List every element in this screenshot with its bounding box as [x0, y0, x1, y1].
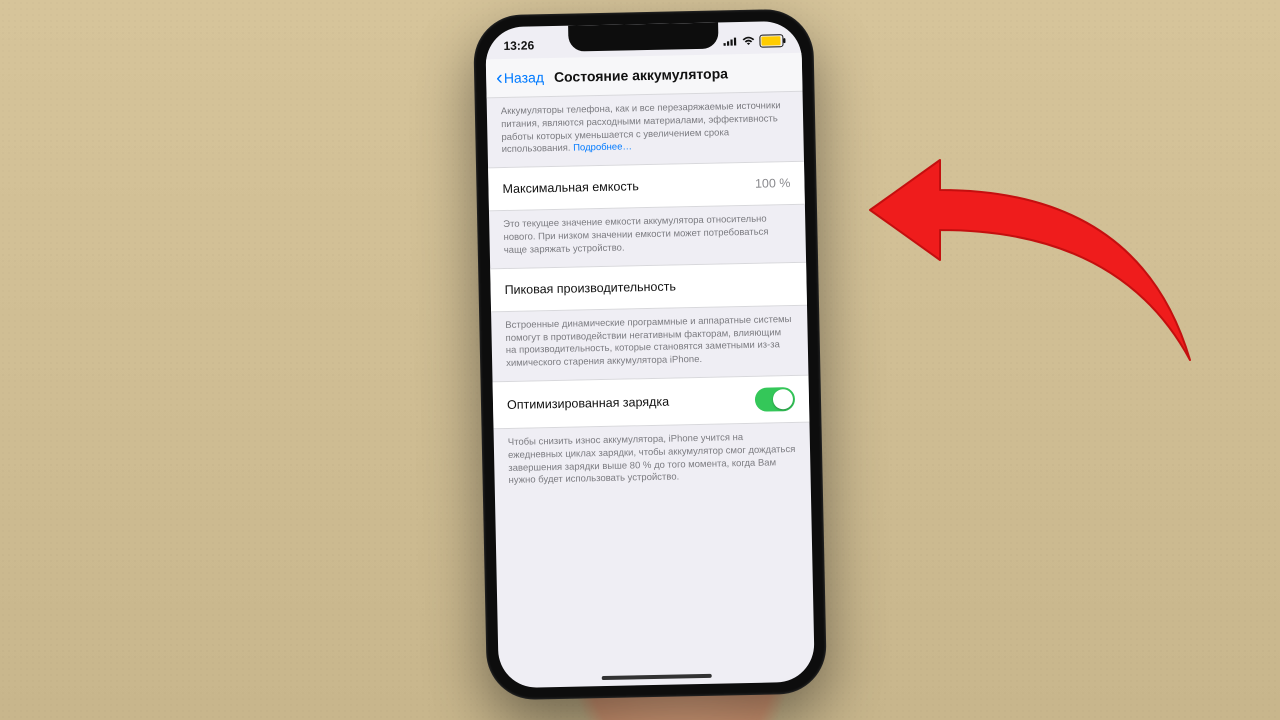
wifi-icon	[741, 36, 755, 46]
intro-text: Аккумуляторы телефона, как и все перезар…	[501, 100, 781, 155]
performance-cell[interactable]: Пиковая производительность	[490, 262, 807, 311]
status-time: 13:26	[503, 38, 534, 53]
nav-bar: ‹ Назад Состояние аккумулятора	[486, 53, 803, 99]
capacity-value: 100 %	[755, 176, 791, 191]
optimized-cell: Оптимизированная зарядка	[493, 376, 810, 429]
phone-frame: 13:26 ‹ Назад Состояние аккумулятора Акк…	[473, 9, 827, 701]
performance-group: Пиковая производительность	[490, 261, 807, 312]
capacity-group: Максимальная емкость 100 %	[488, 161, 805, 212]
back-button[interactable]: ‹ Назад	[496, 67, 544, 88]
performance-footer: Встроенные динамические программные и ап…	[491, 305, 808, 381]
back-label: Назад	[504, 69, 544, 86]
optimized-footer: Чтобы снизить износ аккумулятора, iPhone…	[494, 423, 811, 499]
cellular-icon	[723, 36, 737, 46]
nav-title: Состояние аккумулятора	[554, 64, 792, 85]
performance-label: Пиковая производительность	[504, 279, 676, 297]
intro-footer: Аккумуляторы телефона, как и все перезар…	[487, 92, 804, 168]
optimized-toggle[interactable]	[755, 387, 795, 412]
notch	[568, 23, 719, 52]
battery-icon	[759, 34, 783, 47]
phone-screen: 13:26 ‹ Назад Состояние аккумулятора Акк…	[485, 21, 815, 688]
scene-background: 13:26 ‹ Назад Состояние аккумулятора Акк…	[0, 0, 1280, 720]
pointer-arrow	[820, 120, 1240, 380]
capacity-cell[interactable]: Максимальная емкость 100 %	[488, 162, 805, 211]
status-right	[723, 34, 783, 48]
capacity-label: Максимальная емкость	[502, 179, 639, 196]
optimized-group: Оптимизированная зарядка	[493, 375, 810, 430]
optimized-label: Оптимизированная зарядка	[507, 395, 669, 412]
chevron-left-icon: ‹	[496, 68, 503, 88]
capacity-footer: Это текущее значение емкости аккумулятор…	[489, 205, 806, 268]
home-indicator[interactable]	[602, 674, 712, 680]
learn-more-link[interactable]: Подробнее…	[573, 142, 632, 154]
settings-content[interactable]: Аккумуляторы телефона, как и все перезар…	[487, 92, 811, 499]
